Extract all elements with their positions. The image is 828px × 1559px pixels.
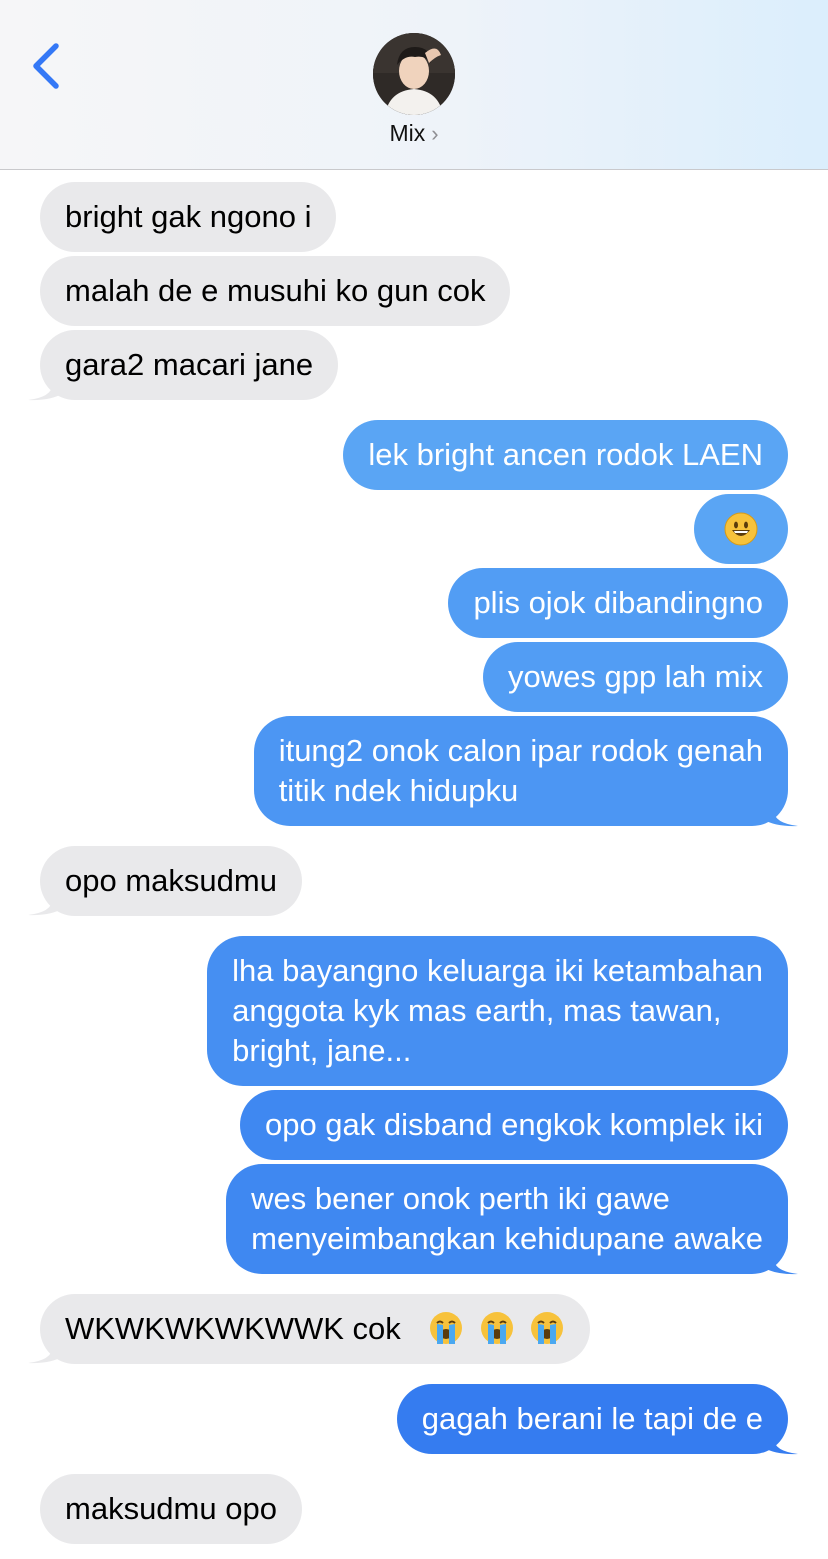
message-bubble-outgoing[interactable]: opo gak disband engkok komplek iki [239,1090,788,1160]
message-text-line: lha bayangno keluarga iki ketambahan [232,953,763,988]
message-text: WKWKWKWKWWK cok [65,1311,401,1346]
message-bubble-outgoing[interactable] [694,494,788,564]
message-text: malah de e musuhi ko gun cok [65,273,486,308]
message-text-line: anggota kyk mas earth, mas tawan, [232,993,722,1028]
message-bubble-outgoing[interactable]: lek bright ancen rodok LAEN [343,420,788,490]
grinning-face-emoji [724,512,758,546]
contact-name: Mix [389,120,426,146]
message-bubble-outgoing[interactable]: plis ojok dibandingno [448,568,788,638]
message-bubble-outgoing[interactable]: yowes gpp lah mix [482,642,788,712]
message-bubble-incoming[interactable]: opo maksudmu [40,846,302,916]
message-bubble-outgoing[interactable]: lha bayangno keluarga iki ketambahan ang… [207,936,788,1086]
contact-name-button[interactable]: Mix › [0,120,828,147]
back-button[interactable] [26,40,70,92]
avatar-photo [373,33,455,115]
message-bubble-incoming[interactable]: WKWKWKWKWWK cok [40,1294,591,1364]
message-text: gara2 macari jane [65,347,314,382]
message-text: opo maksudmu [65,863,277,898]
message-text-line: titik ndek hidupku [278,773,519,808]
message-text: opo gak disband engkok komplek iki [264,1107,763,1142]
message-text: maksudmu opo [65,1491,277,1526]
message-bubble-incoming[interactable]: gara2 macari jane [40,330,339,400]
contact-avatar[interactable] [373,33,455,115]
message-text-line: menyeimbangkan kehidupane awake [251,1221,763,1256]
message-bubble-incoming[interactable]: bright gak ngono i [40,182,337,252]
chevron-right-icon: › [431,121,439,146]
message-text: gagah berani le tapi de e [421,1401,763,1436]
message-text-line: wes bener onok perth iki gawe [251,1181,670,1216]
loudly-crying-face-emoji [531,1311,564,1344]
message-text-line: itung2 onok calon ipar rodok genah [278,733,763,768]
message-bubble-outgoing[interactable]: itung2 onok calon ipar rodok genah titik… [253,716,788,826]
message-bubble-incoming[interactable]: malah de e musuhi ko gun cok [40,256,511,326]
message-text: bright gak ngono i [65,199,312,234]
message-text-line: bright, jane... [232,1033,412,1068]
chevron-left-icon [33,43,59,89]
conversation-header: Mix › [0,0,828,170]
loudly-crying-face-emoji [480,1311,513,1344]
message-bubble-outgoing[interactable]: gagah berani le tapi de e [396,1384,788,1454]
loudly-crying-face-emoji [430,1311,463,1344]
message-bubble-outgoing[interactable]: wes bener onok perth iki gawe menyeimban… [226,1164,788,1274]
message-bubble-incoming[interactable]: maksudmu opo [40,1474,302,1544]
message-text: plis ojok dibandingno [473,585,763,620]
message-text: lek bright ancen rodok LAEN [368,437,763,472]
message-text: yowes gpp lah mix [507,659,763,694]
